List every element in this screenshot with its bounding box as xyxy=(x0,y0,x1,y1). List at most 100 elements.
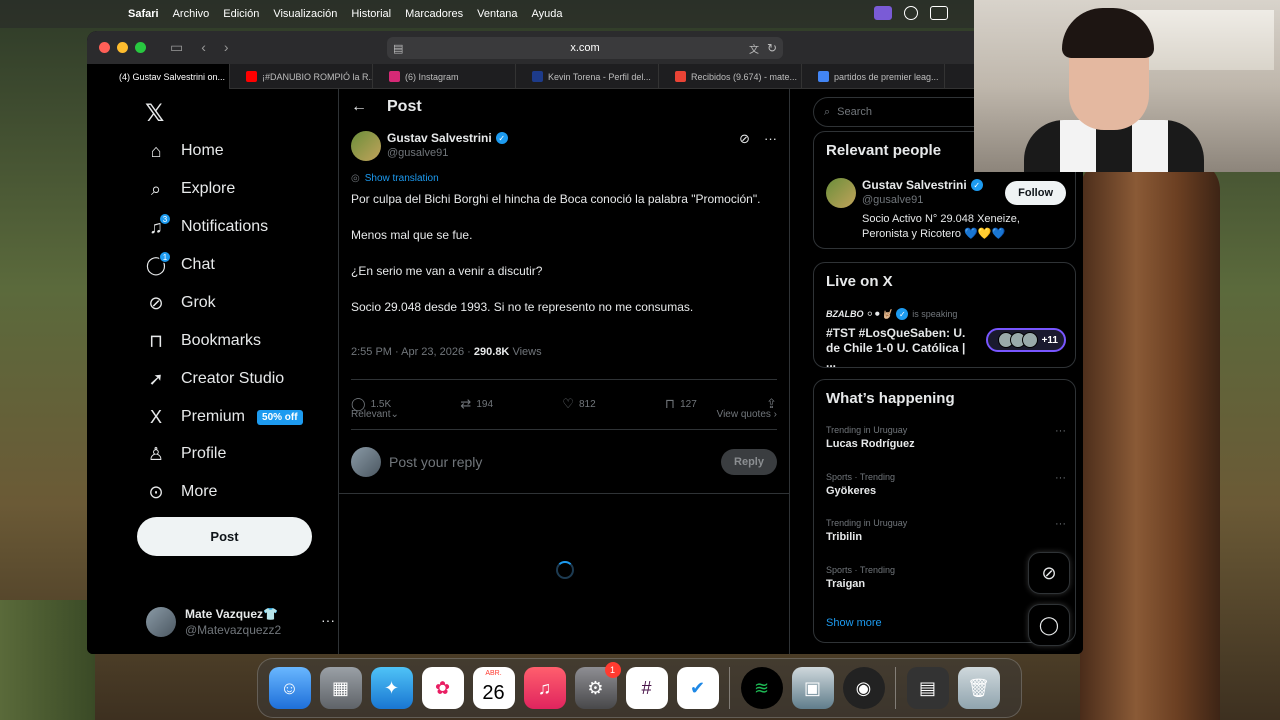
system-settings-icon[interactable]: ⚙ 1 xyxy=(574,662,621,709)
tasks-check-icon[interactable]: ✔ xyxy=(676,667,719,709)
browser-tab[interactable]: (6) Instagram xyxy=(373,64,516,89)
photos-icon[interactable]: ✿ xyxy=(421,667,464,709)
live-title[interactable]: #TST #LosQueSaben: U. de Chile 1-0 U. Ca… xyxy=(826,326,976,371)
relevant-person-name[interactable]: Gustav Salvestrini xyxy=(862,178,967,192)
preview-icon[interactable]: ▣ xyxy=(791,667,834,709)
post-button[interactable]: Post xyxy=(137,517,312,556)
browser-tab[interactable]: Recibidos (9.674) - mate... xyxy=(659,64,802,89)
nav-item-profile[interactable]: ♙ Profile xyxy=(145,439,226,469)
follow-button[interactable]: Follow xyxy=(1005,181,1066,205)
browser-tab-label: Kevin Torena - Perfil del... xyxy=(548,71,651,82)
menu-historial[interactable]: Historial xyxy=(351,8,391,20)
finder-icon[interactable]: ☺ xyxy=(268,667,311,709)
show-more-link[interactable]: Show more xyxy=(826,617,882,629)
music-icon[interactable]: ♫ xyxy=(523,667,566,709)
safari-icon[interactable]: ✦ xyxy=(370,667,413,709)
trend-more-icon[interactable]: ··· xyxy=(1055,472,1066,484)
show-translation-label[interactable]: Show translation xyxy=(365,173,439,184)
browser-tab-label: (4) Gustav Salvestrini on... xyxy=(119,71,226,82)
close-window-button[interactable] xyxy=(99,42,110,53)
nav-item-grok[interactable]: ⊘ Grok xyxy=(145,288,215,318)
grok-explain-icon[interactable]: ⊘ xyxy=(739,131,750,147)
menu-safari[interactable]: Safari xyxy=(128,8,159,20)
browser-tab[interactable]: (4) Gustav Salvestrini on... xyxy=(87,64,230,89)
page-settings-icon[interactable]: ▤ xyxy=(393,42,403,55)
account-more-icon[interactable]: ··· xyxy=(321,612,335,628)
calendar-icon[interactable]: ABR. 26 xyxy=(472,667,515,709)
search-icon: ⌕ xyxy=(150,178,162,199)
screen-mirroring-icon[interactable] xyxy=(874,6,892,20)
trend-more-icon[interactable]: ··· xyxy=(1055,518,1066,530)
x-logo-icon[interactable]: 𝕏 xyxy=(145,99,164,128)
address-bar[interactable]: ▤ x.com 文 ↻ xyxy=(387,37,783,59)
tweet-paragraph: Por culpa del Bichi Borghi el hincha de … xyxy=(351,192,761,206)
browser-tab[interactable]: ¡#DANUBIO ROMPIÓ la R... xyxy=(230,64,373,89)
menu-ayuda[interactable]: Ayuda xyxy=(532,8,563,20)
tweet-author[interactable]: Gustav Salvestrini ✓ @gusalve91 xyxy=(351,131,508,161)
messages-floating-icon[interactable]: ◯ xyxy=(1028,604,1070,646)
browser-tab[interactable]: partidos de premier leag... xyxy=(802,64,945,89)
browser-tab[interactable]: Kevin Torena - Perfil del... xyxy=(516,64,659,89)
back-nav-icon[interactable]: ‹ xyxy=(201,39,206,56)
live-space[interactable]: BZALBO ⚪⚫🤘🏼 ✓ is speaking #TST #LosQueSa… xyxy=(826,308,1066,371)
view-quotes-link[interactable]: View quotes › xyxy=(717,409,777,420)
trend-more-icon[interactable]: ··· xyxy=(1055,425,1066,437)
my-avatar[interactable] xyxy=(351,446,381,477)
translate-globe-icon: ◎ xyxy=(351,173,360,184)
trend-item[interactable]: Sports · Trending Gyökeres ··· xyxy=(826,472,1066,497)
reload-icon[interactable]: ↻ xyxy=(767,41,777,55)
nav-item-notifications[interactable]: ♫ 3 Notifications xyxy=(145,212,268,242)
launchpad-icon[interactable]: ▦ xyxy=(319,667,362,709)
trend-item[interactable]: Trending in Uruguay Tribilin ··· xyxy=(826,518,1066,543)
x-premium-icon: X xyxy=(149,406,162,427)
nav-item-bookmarks[interactable]: ⊓ Bookmarks xyxy=(145,326,261,356)
nav-item-home[interactable]: ⌂ Home xyxy=(145,136,224,166)
trash-icon[interactable]: 🗑 xyxy=(957,667,1000,709)
account-switcher[interactable]: Mate Vazquez👕 @Matevazquezz2 ··· xyxy=(146,607,335,637)
menu-marcadores[interactable]: Marcadores xyxy=(405,8,463,20)
listener-count: +11 xyxy=(1041,334,1058,346)
sort-dropdown[interactable]: Relevant⌄ xyxy=(351,409,399,420)
relevant-person-bio: Socio Activo N° 29.048 Xeneize, Peronist… xyxy=(862,213,1020,240)
menu-archivo[interactable]: Archivo xyxy=(173,8,210,20)
author-avatar[interactable] xyxy=(351,131,381,161)
nav-item-chat[interactable]: ◯ 1 Chat xyxy=(145,250,215,280)
nav-item-more[interactable]: ⊙ More xyxy=(145,477,217,507)
tweet-text: Por culpa del Bichi Borghi el hincha de … xyxy=(351,190,771,334)
relevant-person-avatar[interactable] xyxy=(826,178,856,208)
tweet-time[interactable]: 2:55 PM · Apr 23, 2026 · xyxy=(351,346,474,358)
nav-item-premium[interactable]: X Premium 50% off xyxy=(145,402,303,432)
menu-visualizacion[interactable]: Visualización xyxy=(273,8,337,20)
battery-icon[interactable] xyxy=(930,6,948,20)
reply-input[interactable]: Post your reply xyxy=(389,454,721,470)
obs-icon[interactable]: ◉ xyxy=(842,667,885,709)
show-translation-link[interactable]: ◎ Show translation xyxy=(351,173,439,184)
relevant-person[interactable]: Gustav Salvestrini ✓ @gusalve91 Socio Ac… xyxy=(826,178,1066,242)
live-listeners[interactable]: +11 xyxy=(986,328,1066,352)
minimize-window-button[interactable] xyxy=(117,42,128,53)
trend-item[interactable]: Trending in Uruguay Lucas Rodríguez ··· xyxy=(826,425,1066,450)
author-name[interactable]: Gustav Salvestrini xyxy=(387,131,492,145)
nav-item-label: Premium xyxy=(181,408,246,425)
zoom-window-button[interactable] xyxy=(135,42,146,53)
nav-item-label: Explore xyxy=(181,180,236,197)
forward-nav-icon[interactable]: › xyxy=(224,39,229,56)
trend-item[interactable]: Sports · Trending Traigan xyxy=(826,565,1066,590)
more-options-icon[interactable]: ··· xyxy=(764,131,777,147)
sidebar-toggle-icon[interactable]: ▭ xyxy=(170,39,183,56)
author-name-row[interactable]: Gustav Salvestrini ✓ xyxy=(387,131,508,145)
nav-item-label: Bookmarks xyxy=(181,332,262,349)
reply-button[interactable]: Reply xyxy=(721,448,777,475)
slack-icon[interactable]: # xyxy=(625,667,668,709)
menu-edicion[interactable]: Edición xyxy=(223,8,259,20)
back-arrow-icon[interactable]: ← xyxy=(351,98,367,116)
author-handle[interactable]: @gusalve91 xyxy=(387,147,508,159)
downloads-stack-icon[interactable]: ▤ xyxy=(906,667,949,709)
record-icon[interactable] xyxy=(904,6,918,20)
spotify-icon[interactable]: ≋ xyxy=(740,667,783,709)
nav-item-creator-studio[interactable]: ➚ Creator Studio xyxy=(145,364,284,394)
nav-item-explore[interactable]: ⌕ Explore xyxy=(145,174,235,204)
menu-ventana[interactable]: Ventana xyxy=(477,8,517,20)
apple-icon[interactable] xyxy=(100,7,114,21)
translate-icon[interactable]: 文 xyxy=(749,41,759,56)
